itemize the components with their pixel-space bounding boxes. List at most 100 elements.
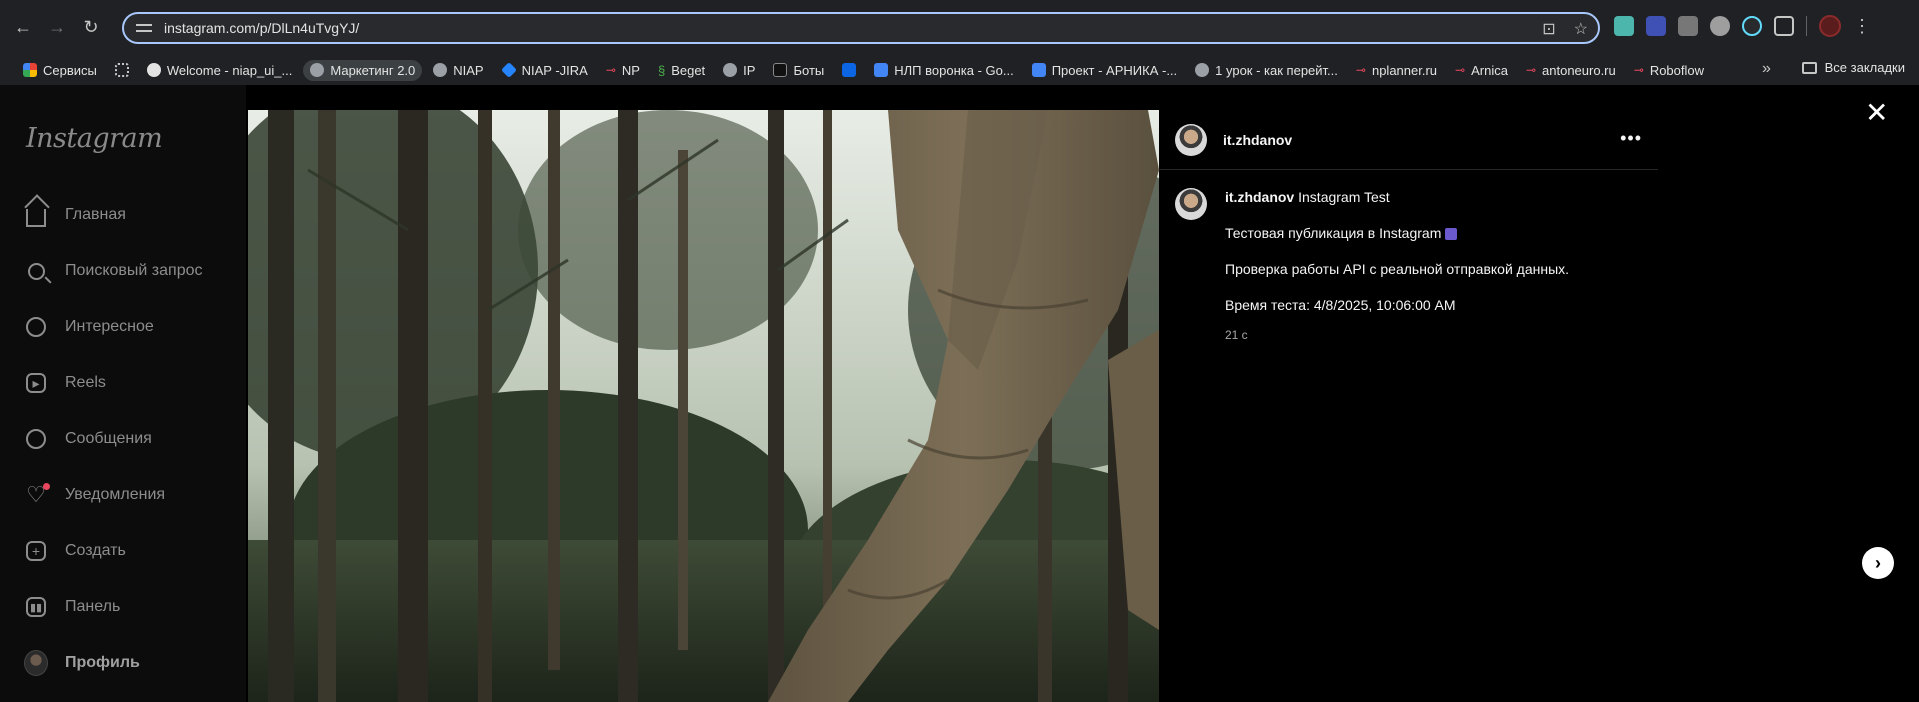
explore-icon	[24, 315, 48, 339]
bookmark-np[interactable]: ⊸ NP	[599, 60, 647, 81]
extension-1-icon[interactable]	[1614, 16, 1634, 36]
browser-profile-avatar[interactable]	[1819, 15, 1841, 37]
react-devtools-icon[interactable]	[1742, 16, 1762, 36]
caption-first-line: it.zhdanov Instagram Test	[1225, 188, 1645, 206]
apps-icon	[23, 63, 37, 77]
site-settings-icon[interactable]	[136, 21, 152, 35]
instagram-logo[interactable]: Instagram	[26, 123, 163, 154]
reels-icon: ▸	[24, 371, 48, 395]
dashboard-icon: ▮▮	[24, 595, 48, 619]
all-bookmarks-button[interactable]: Все закладки	[1801, 60, 1905, 75]
nav-search[interactable]: Поисковый запрос	[24, 251, 203, 291]
bookmark-roboflow[interactable]: ⊸ Roboflow	[1627, 60, 1711, 81]
jira-icon	[500, 62, 517, 78]
bookmark-lesson-1[interactable]: 1 урок - как перейт...	[1188, 60, 1345, 81]
globe-icon	[433, 63, 448, 77]
bots-icon	[773, 63, 788, 77]
back-button[interactable]: ←	[6, 11, 40, 45]
link-icon: ⊸	[1355, 63, 1366, 77]
caption-title: Instagram Test	[1298, 189, 1390, 205]
close-icon[interactable]: ✕	[1865, 99, 1888, 127]
bookmark-trello[interactable]	[835, 60, 863, 80]
home-icon	[24, 203, 48, 227]
author-avatar[interactable]	[1175, 123, 1207, 156]
link-icon: ⊸	[605, 63, 616, 77]
bookmark-arnica[interactable]: ⊸ Arnica	[1448, 60, 1515, 81]
post-details-panel: it.zhdanov ••• it.zhdanov Instagram Test…	[1159, 110, 1658, 702]
heart-icon: ♡	[24, 483, 50, 507]
more-options-icon[interactable]: •••	[1620, 128, 1642, 149]
nav-profile[interactable]: Профиль	[24, 643, 140, 683]
extension-2-icon[interactable]	[1646, 16, 1666, 36]
post-image[interactable]	[248, 110, 1159, 702]
trello-icon	[842, 63, 857, 77]
next-post-button[interactable]: ›	[1862, 547, 1894, 579]
caption-line-3: Время теста: 4/8/2025, 10:06:00 AM	[1225, 297, 1456, 313]
browser-menu-icon[interactable]: ⋮	[1853, 16, 1871, 37]
bookmark-niap-jira[interactable]: NIAP -JIRA	[495, 60, 595, 81]
link-icon: ⊸	[1633, 63, 1644, 77]
caption-author-avatar[interactable]	[1175, 188, 1207, 220]
create-icon: +	[24, 539, 48, 563]
emoji-icon	[1445, 228, 1458, 241]
globe-icon	[723, 63, 738, 77]
bookmark-nlp-funnel[interactable]: НЛП воронка - Go...	[867, 60, 1020, 81]
globe-icon	[1195, 63, 1210, 77]
nav-reels[interactable]: ▸ Reels	[24, 363, 106, 403]
notification-dot	[43, 483, 50, 490]
post-header: it.zhdanov •••	[1159, 110, 1658, 170]
instagram-sidebar: Instagram Главная Поисковый запрос Интер…	[0, 85, 246, 702]
bookmark-niap[interactable]: NIAP	[426, 60, 490, 81]
instagram-page: Instagram Главная Поисковый запрос Интер…	[0, 85, 1919, 702]
camera-extension-icon[interactable]	[1678, 16, 1698, 36]
post-timestamp[interactable]: 21 с	[1225, 326, 1645, 344]
extensions-area: ⋮	[1614, 15, 1871, 37]
caption-line-1: Тестовая публикация в Instagram	[1225, 224, 1645, 242]
caption-username[interactable]: it.zhdanov	[1225, 189, 1294, 205]
bookmark-marketing[interactable]: Маркетинг 2.0	[303, 59, 423, 81]
doc-icon	[874, 63, 889, 77]
nav-dashboard[interactable]: ▮▮ Панель	[24, 587, 120, 627]
globe-icon	[310, 63, 325, 77]
search-icon	[24, 259, 48, 283]
forest-photo	[248, 110, 1159, 702]
github-icon	[146, 63, 161, 77]
doc-icon	[1031, 63, 1046, 77]
browser-chrome: ← → ↻ instagram.com/p/DlLn4uTvgYJ/ ⊡ ☆ ⋮…	[0, 0, 1919, 85]
folder-icon	[1801, 61, 1817, 74]
beget-icon: §	[657, 63, 666, 78]
bookmark-grid[interactable]	[108, 60, 136, 80]
forward-button[interactable]: →	[40, 11, 74, 45]
bookmark-arnica-project[interactable]: Проект - АРНИКА -...	[1025, 60, 1184, 81]
address-bar[interactable]: instagram.com/p/DlLn4uTvgYJ/ ⊡ ☆	[122, 12, 1600, 44]
nav-messages[interactable]: Сообщения	[24, 419, 152, 459]
grid-icon	[114, 63, 129, 77]
link-icon: ⊸	[1455, 63, 1466, 77]
messenger-icon	[24, 427, 48, 451]
bookmark-github[interactable]: Welcome - niap_ui_...	[140, 60, 300, 81]
install-app-icon[interactable]: ⊡	[1542, 19, 1555, 39]
toolbar-divider	[1806, 16, 1807, 36]
link-icon: ⊸	[1525, 63, 1537, 77]
extensions-puzzle-icon[interactable]	[1774, 16, 1794, 36]
nav-create[interactable]: + Создать	[24, 531, 126, 571]
bookmark-beget[interactable]: § Beget	[651, 60, 712, 81]
reload-button[interactable]: ↻	[74, 11, 108, 45]
more-bookmarks-icon[interactable]: »	[1762, 60, 1771, 78]
bookmark-nplanner[interactable]: ⊸ nplanner.ru	[1349, 60, 1444, 81]
browser-toolbar: ← → ↻ instagram.com/p/DlLn4uTvgYJ/ ⊡ ☆ ⋮	[0, 0, 1919, 55]
url-text[interactable]: instagram.com/p/DlLn4uTvgYJ/	[164, 20, 359, 36]
extension-4-icon[interactable]	[1710, 16, 1730, 36]
profile-avatar	[24, 650, 48, 676]
bookmark-antoneuro[interactable]: ⊸ antoneuro.ru	[1519, 60, 1623, 81]
author-username[interactable]: it.zhdanov	[1223, 132, 1292, 148]
bookmark-star-icon[interactable]: ☆	[1574, 19, 1588, 39]
bookmarks-bar: Сервисы Welcome - niap_ui_... Маркетинг …	[0, 55, 1919, 85]
bookmark-bots[interactable]: Боты	[766, 60, 831, 81]
caption-line-2: Проверка работы API с реальной отправкой…	[1225, 261, 1570, 277]
bookmark-services[interactable]: Сервисы	[16, 60, 104, 81]
nav-home[interactable]: Главная	[24, 195, 126, 235]
bookmark-ip[interactable]: IP	[716, 60, 762, 81]
nav-explore[interactable]: Интересное	[24, 307, 154, 347]
nav-notifications[interactable]: ♡ Уведомления	[24, 475, 165, 515]
